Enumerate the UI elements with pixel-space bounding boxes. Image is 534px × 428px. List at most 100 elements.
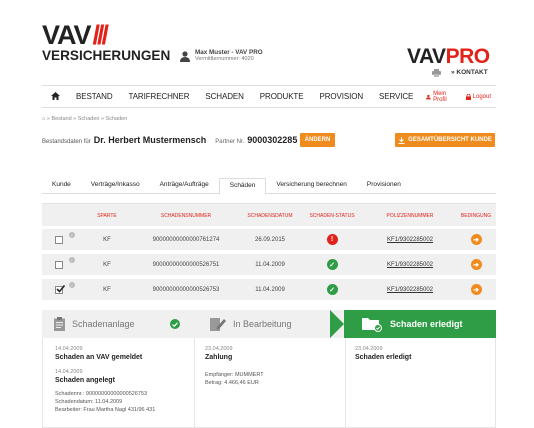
customer-name: Dr. Herbert Mustermensch (93, 135, 207, 145)
table-row[interactable]: i KF 90000000000000526753 11.04.2009 ✓ K… (42, 279, 496, 300)
vavpro-logo: VAVPRO (407, 45, 490, 69)
row-checkbox[interactable] (52, 279, 66, 300)
nav-schaden[interactable]: SCHADEN (197, 92, 251, 101)
clipboard-icon (54, 317, 65, 331)
edit-document-icon (210, 318, 226, 331)
nav-profile[interactable]: Mein Profil (421, 91, 460, 103)
claim-details: 14.04.2009 Schaden an VAV gemeldet 14.04… (42, 338, 496, 428)
details-column-2: 23.04.2009 Zahlung Empfänger: MUMMERT Be… (205, 346, 264, 387)
info-icon[interactable]: i (69, 232, 75, 238)
breadcrumb-home-icon[interactable]: ⌂ (42, 116, 45, 122)
info-icon[interactable]: i (69, 282, 75, 288)
download-icon (398, 136, 405, 144)
detail-line: Bearbeiter: Frau Martha Nagl 431/96 431 (55, 407, 156, 413)
nav-tarifrechner[interactable]: TARIFRECHNER (121, 92, 198, 101)
step-schadenanlage: Schadenanlage (54, 310, 180, 338)
tab-schaeden[interactable]: Schäden (218, 178, 267, 195)
details-column-3: 23.04.2009 Schaden erledigt (355, 346, 411, 361)
cell-datum: 11.04.2009 (255, 261, 285, 268)
polizze-link[interactable]: KF1/9302285002 (387, 287, 433, 293)
cell-bedingung: ➔ (456, 229, 496, 250)
claims-table-header: SPARTE SCHADENSNUMMER SCHADENSDATUM SCHA… (42, 203, 496, 226)
event-date: 14.04.2009 (55, 369, 83, 375)
tab-versicherung-berechnen[interactable]: Versicherung berechnen (266, 178, 356, 193)
event-title: Schaden erledigt (355, 354, 412, 361)
detail-line: Empfänger: MUMMERT (205, 372, 264, 378)
details-column-1: 14.04.2009 Schaden an VAV gemeldet 14.04… (55, 346, 155, 414)
user-icon (180, 50, 190, 62)
event-date: 14.04.2009 (55, 346, 83, 352)
home-icon[interactable] (42, 91, 68, 102)
nav-produkte[interactable]: PRODUKTE (252, 92, 312, 101)
nav-profile-label: Mein Profil (433, 90, 447, 103)
user-number: Vermittlernummer: 4020 (195, 56, 254, 62)
detail-line: Betrag: 4.466,46 EUR (205, 380, 259, 386)
col-polizzennummer[interactable]: POLIZZENNUMMER (364, 204, 456, 227)
profile-icon (426, 94, 432, 99)
breadcrumb-text[interactable]: » Bestand » Schaden » Schaden (47, 116, 127, 122)
row-checkbox[interactable] (52, 229, 66, 250)
detail-line: Schadendatum: 11.04.2009 (55, 399, 123, 405)
logo-versicherungen: VERSICHERUNGEN (42, 47, 171, 63)
print-icon[interactable] (432, 69, 441, 77)
cell-polizze: KF1/9302285002 (364, 229, 456, 250)
arrow-right-icon[interactable]: ➔ (470, 234, 482, 245)
tab-bar: Kunde Verträge/Inkasso Anträge/Aufträge … (42, 178, 496, 195)
nav-logout[interactable]: Logout (461, 93, 496, 100)
nav-logout-label: Logout (472, 93, 491, 100)
cell-sparte: KF (103, 286, 111, 293)
row-checkbox[interactable] (52, 254, 66, 275)
event-date: 23.04.2009 (355, 346, 383, 352)
nav-provision[interactable]: PROVISION (311, 92, 371, 101)
col-sparte[interactable]: SPARTE (82, 204, 132, 227)
vavpro-logo-left: VAV (407, 45, 446, 68)
contact-link[interactable]: » KONTAKT (451, 69, 488, 76)
arrow-right-icon[interactable]: ➔ (470, 284, 482, 295)
tab-kunde[interactable]: Kunde (42, 178, 81, 193)
overview-button[interactable]: GESAMTÜBERSICHT KUNDE (395, 133, 495, 147)
cell-status: ✓ (300, 279, 364, 300)
column-divider (194, 338, 195, 428)
cell-polizze: KF1/9302285002 (364, 279, 456, 300)
cell-sparte: KF (103, 261, 111, 268)
col-schadensdatum[interactable]: SCHADENSDATUM (240, 204, 300, 227)
info-icon[interactable]: i (69, 257, 75, 263)
arrow-right-icon[interactable]: ➔ (470, 259, 482, 270)
edit-button[interactable]: ÄNDERN (300, 133, 335, 147)
nav-service[interactable]: SERVICE (371, 92, 421, 101)
check-icon: ✓ (326, 284, 338, 295)
table-row[interactable]: i KF 90000000000000526751 11.04.2009 ✓ K… (42, 254, 496, 275)
cell-sparte: KF (103, 236, 111, 243)
customer-header: Bestandsdaten für Dr. Herbert Mustermens… (42, 135, 297, 145)
polizze-link[interactable]: KF1/9302285002 (387, 262, 433, 268)
cell-bedingung: ➔ (456, 279, 496, 300)
cell-schadensnummer: 90000000000000761274 (152, 236, 220, 243)
check-icon (169, 319, 180, 329)
nav-bestand[interactable]: BESTAND (68, 92, 121, 101)
lock-icon (465, 93, 471, 100)
cell-status: ✓ (300, 254, 364, 275)
cell-polizze: KF1/9302285002 (364, 254, 456, 275)
polizze-link[interactable]: KF1/9302285002 (387, 237, 433, 243)
cell-schadensnummer: 90000000000000526751 (152, 261, 220, 268)
table-row[interactable]: i KF 90000000000000761274 26.09.2015 ! K… (42, 229, 496, 250)
step-arrow (330, 310, 344, 338)
step-schaden-erledigt: Schaden erledigt (344, 310, 496, 338)
breadcrumb: ⌂ » Bestand » Schaden » Schaden (42, 116, 127, 122)
vav-logo: VAV/// (42, 22, 109, 49)
customer-label: Bestandsdaten für (42, 139, 91, 145)
cell-status: ! (300, 229, 364, 250)
tab-provisionen[interactable]: Provisionen (357, 178, 411, 193)
event-title: Schaden angelegt (55, 377, 115, 384)
cell-datum: 26.09.2015 (254, 236, 286, 243)
cell-datum: 11.04.2009 (255, 286, 285, 293)
event-title: Schaden an VAV gemeldet (55, 354, 143, 361)
tab-antraege[interactable]: Anträge/Aufträge (150, 178, 219, 193)
col-schadensnummer[interactable]: SCHADENSNUMMER (132, 204, 240, 227)
col-schaden-status[interactable]: SCHADEN-STATUS (300, 204, 364, 227)
detail-line: Schadennr.: 90000000000000526753 (55, 391, 148, 397)
vavpro-logo-right: PRO (445, 45, 491, 68)
event-title: Zahlung (205, 354, 233, 361)
tab-vertraege[interactable]: Verträge/Inkasso (81, 178, 150, 193)
col-bedingung[interactable]: BEDINGUNG (456, 204, 496, 227)
